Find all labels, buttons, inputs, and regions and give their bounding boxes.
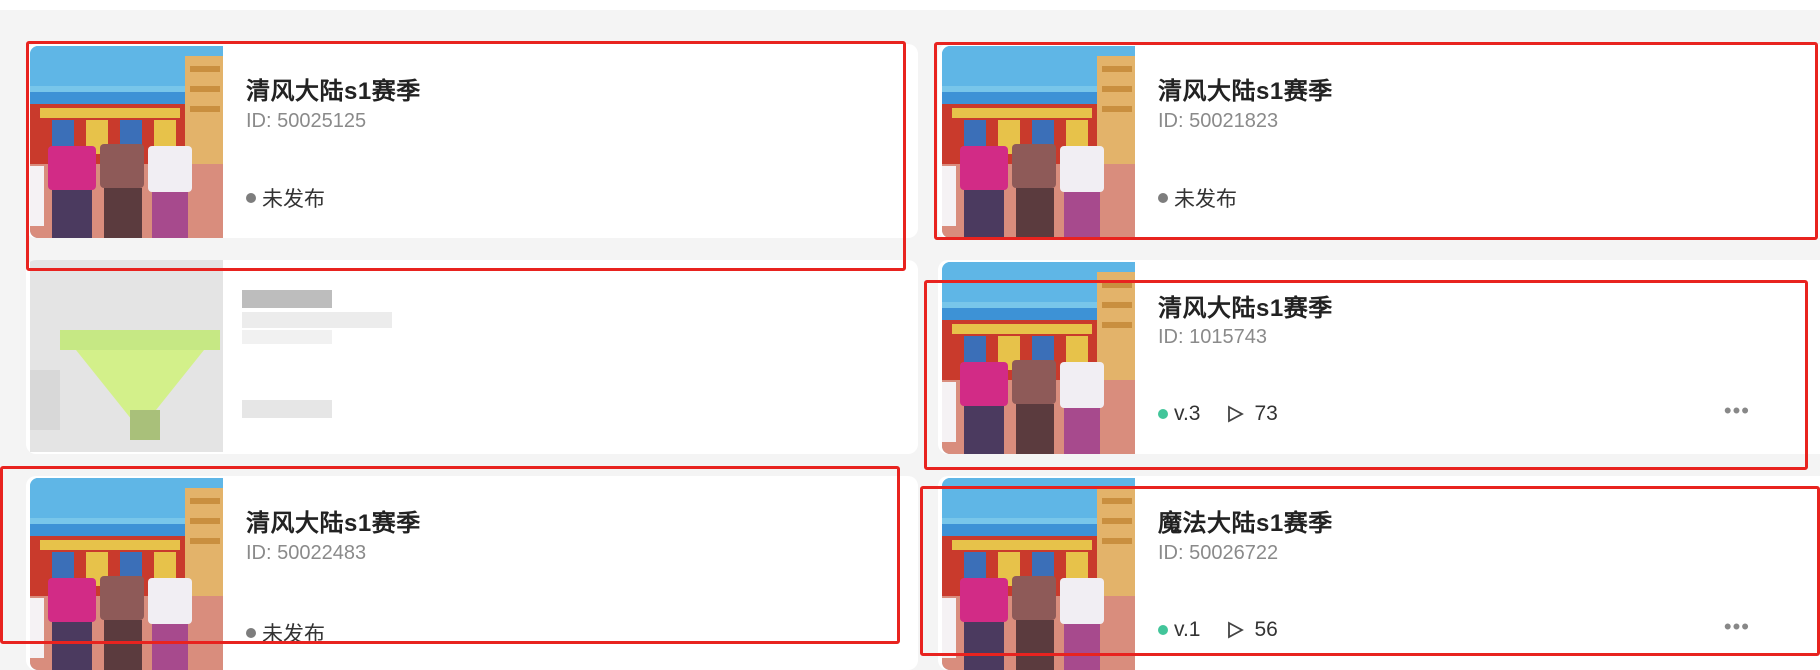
project-thumbnail xyxy=(30,46,223,238)
project-title[interactable]: 清风大陆s1赛季 xyxy=(1158,71,1333,106)
status-label: 未发布 xyxy=(1174,188,1237,211)
more-dots-icon[interactable]: ••• xyxy=(1724,400,1750,422)
plays-value: 56 xyxy=(1254,618,1278,641)
more-dots-icon[interactable]: ••• xyxy=(1724,616,1750,638)
project-id: ID: 1015743 xyxy=(1158,326,1267,348)
project-title[interactable]: 魔法大陆s1赛季 xyxy=(1158,503,1333,538)
project-thumbnail xyxy=(942,478,1135,670)
status-label: 未发布 xyxy=(262,188,325,211)
project-id: ID: 50022483 xyxy=(246,542,367,564)
project-title[interactable]: 清风大陆s1赛季 xyxy=(246,503,421,538)
status-dot-icon xyxy=(1158,409,1168,419)
top-strip xyxy=(0,0,1820,10)
blurred-text xyxy=(242,290,402,420)
status-dot-icon xyxy=(1158,625,1168,635)
project-card-blurred[interactable] xyxy=(26,260,918,454)
plays-value: 73 xyxy=(1254,402,1278,425)
project-status: v.3 73 xyxy=(1158,402,1278,426)
project-status: 未发布 xyxy=(246,183,325,213)
project-id: ID: 50021823 xyxy=(1158,110,1279,132)
project-status: 未发布 xyxy=(246,618,325,648)
version-label: v.3 xyxy=(1174,402,1201,425)
blurred-thumbnail xyxy=(30,260,223,452)
play-icon xyxy=(1228,405,1245,423)
project-id: ID: 50026722 xyxy=(1158,542,1279,564)
status-dot-icon xyxy=(1158,193,1168,203)
status-dot-icon xyxy=(246,628,256,638)
status-label: 未发布 xyxy=(262,623,325,646)
project-card[interactable]: 魔法大陆s1赛季 ID: 50026722 v.1 56 ••• xyxy=(938,476,1820,670)
plays-count: 56 xyxy=(1226,618,1278,642)
version-label: v.1 xyxy=(1174,618,1201,641)
project-card[interactable]: 清风大陆s1赛季 ID: 50021823 未发布 xyxy=(938,44,1820,238)
play-icon xyxy=(1228,621,1245,639)
project-card[interactable]: 清风大陆s1赛季 ID: 50025125 未发布 xyxy=(26,44,918,238)
project-thumbnail xyxy=(30,478,223,670)
plays-count: 73 xyxy=(1226,402,1278,426)
project-thumbnail xyxy=(942,262,1135,454)
project-title[interactable]: 清风大陆s1赛季 xyxy=(1158,288,1333,323)
project-status: v.1 56 xyxy=(1158,618,1278,642)
status-dot-icon xyxy=(246,193,256,203)
project-status: 未发布 xyxy=(1158,183,1237,213)
project-title[interactable]: 清风大陆s1赛季 xyxy=(246,71,421,106)
project-card[interactable]: 清风大陆s1赛季 ID: 1015743 v.3 73 ••• xyxy=(938,260,1820,454)
project-thumbnail xyxy=(942,46,1135,238)
project-id: ID: 50025125 xyxy=(246,110,367,132)
project-card[interactable]: 清风大陆s1赛季 ID: 50022483 未发布 xyxy=(26,476,918,670)
